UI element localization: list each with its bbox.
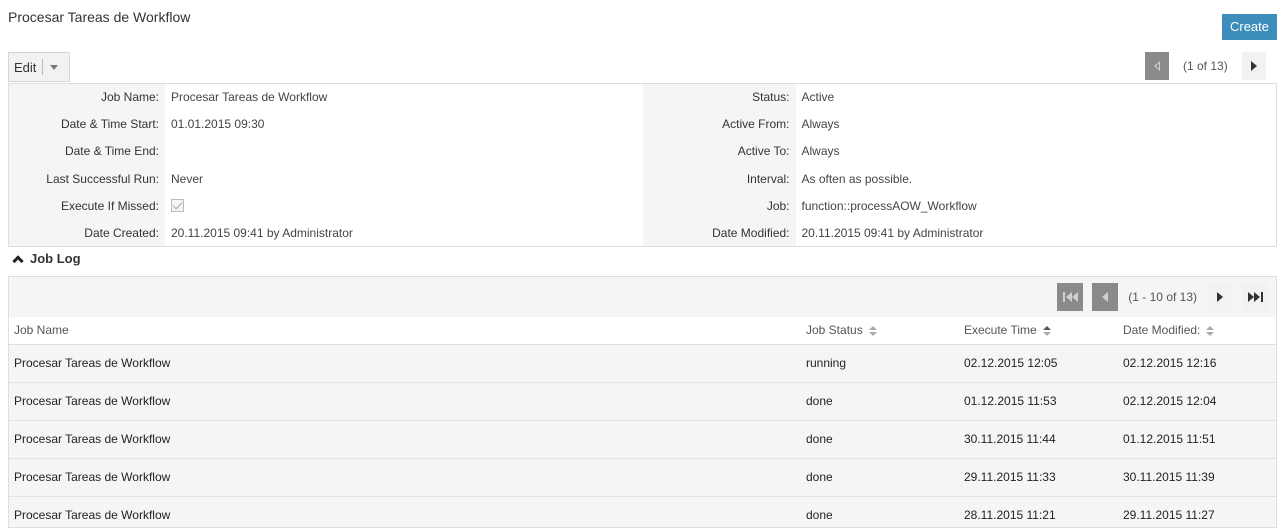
cell-job-status: running <box>801 344 959 383</box>
chevron-up-icon <box>12 254 24 267</box>
chevron-right-icon <box>1217 292 1223 302</box>
label-job-name: Job Name: <box>100 90 159 104</box>
cell-date-modified: 02.12.2015 12:16 <box>1118 344 1276 383</box>
cell-execute-time: 02.12.2015 12:05 <box>959 344 1118 383</box>
first-page-icon <box>1062 292 1078 302</box>
edit-button-label[interactable]: Edit <box>14 60 36 75</box>
divider <box>42 59 44 75</box>
chevron-left-icon <box>1154 61 1160 71</box>
previous-record-button[interactable] <box>1145 52 1169 80</box>
record-pager: (1 of 13) <box>1145 52 1266 80</box>
cell-job-name: Procesar Tareas de Workflow <box>9 382 801 421</box>
page-title: Procesar Tareas de Workflow <box>8 9 191 25</box>
label-date-time-end: Date & Time End: <box>64 144 159 159</box>
cell-job-name: Procesar Tareas de Workflow <box>9 458 801 497</box>
table-header-row: Job Name Job Status Execute Time Date Mo… <box>9 317 1276 345</box>
value-date-time-end <box>165 144 643 171</box>
column-header-execute-time[interactable]: Execute Time <box>959 317 1118 345</box>
label-job: Job: <box>766 198 790 213</box>
table-row[interactable]: Procesar Tareas de Workflow done 28.11.2… <box>9 496 1276 527</box>
column-header-label: Execute Time <box>964 323 1037 338</box>
job-log-toggle[interactable]: Job Log <box>10 251 81 267</box>
value-date-time-start: 01.01.2015 09:30 <box>171 117 265 132</box>
cell-job-name: Procesar Tareas de Workflow <box>9 344 801 383</box>
value-execute-if-missed <box>165 198 643 226</box>
detail-right-column: Status: Active From: Active To: Interval… <box>642 84 1276 246</box>
cell-job-name: Procesar Tareas de Workflow <box>9 420 801 459</box>
detail-left-values: Procesar Tareas de Workflow 01.01.2015 0… <box>165 84 643 246</box>
cell-job-name: Procesar Tareas de Workflow <box>9 496 801 527</box>
value-active-from: Always <box>801 117 840 132</box>
value-active-to: Always <box>801 144 840 159</box>
value-job-name: Procesar Tareas de Workflow <box>171 90 328 104</box>
label-active-from: Active From: <box>722 117 790 132</box>
chevron-right-icon <box>1250 61 1257 71</box>
job-log-table: Job Name Job Status Execute Time Date Mo… <box>9 317 1276 527</box>
table-row[interactable]: Procesar Tareas de Workflow done 29.11.2… <box>9 458 1276 497</box>
value-date-modified: 20.11.2015 09:41 by Administrator <box>801 225 984 240</box>
cell-date-modified: 01.12.2015 11:51 <box>1118 420 1276 459</box>
cell-job-status: done <box>801 458 959 497</box>
first-page-button[interactable] <box>1057 283 1084 311</box>
job-log-panel: (1 - 10 of 13) Job Name Job Status Execu… <box>8 276 1277 528</box>
label-date-time-start: Date & Time Start: <box>60 117 159 132</box>
cell-date-modified: 29.11.2015 11:27 <box>1118 496 1276 527</box>
column-header-date-modified[interactable]: Date Modified: <box>1118 317 1276 345</box>
column-header-label: Job Name <box>14 323 69 338</box>
next-record-button[interactable] <box>1241 52 1266 80</box>
record-count: (1 of 13) <box>1183 59 1228 73</box>
last-page-button[interactable] <box>1242 283 1268 311</box>
detail-panel: Job Name: Date & Time Start: Date & Time… <box>8 83 1277 247</box>
cell-execute-time: 28.11.2015 11:21 <box>959 496 1118 527</box>
value-interval: As often as possible. <box>801 171 913 186</box>
detail-right-labels: Status: Active From: Active To: Interval… <box>642 84 796 246</box>
column-header-job-name[interactable]: Job Name <box>9 317 801 345</box>
chevron-left-icon <box>1102 292 1109 302</box>
value-date-created: 20.11.2015 09:41 by Administrator <box>171 225 353 240</box>
label-status: Status: <box>752 90 790 104</box>
label-date-modified: Date Modified: <box>712 225 790 240</box>
next-page-button[interactable] <box>1207 283 1233 311</box>
sort-icon[interactable] <box>868 326 877 337</box>
label-execute-if-missed: Execute If Missed: <box>60 198 159 213</box>
label-interval: Interval: <box>746 171 790 186</box>
create-button[interactable]: Create <box>1222 14 1277 40</box>
cell-job-status: done <box>801 420 959 459</box>
cell-execute-time: 30.11.2015 11:44 <box>959 420 1118 459</box>
label-date-created: Date Created: <box>84 225 159 240</box>
caret-down-icon[interactable] <box>50 64 59 70</box>
job-log-count: (1 - 10 of 13) <box>1128 290 1197 304</box>
label-last-successful-run: Last Successful Run: <box>46 171 159 186</box>
detail-right-values: Active Always Always As often as possibl… <box>795 84 1276 246</box>
value-last-successful-run: Never <box>171 171 204 186</box>
last-page-icon <box>1247 292 1263 302</box>
sort-icon[interactable] <box>1206 326 1215 337</box>
column-header-job-status[interactable]: Job Status <box>801 317 959 345</box>
cell-date-modified: 02.12.2015 12:04 <box>1118 382 1276 421</box>
sort-icon[interactable] <box>1042 326 1051 337</box>
cell-date-modified: 30.11.2015 11:39 <box>1118 458 1276 497</box>
value-status: Active <box>801 90 835 104</box>
cell-execute-time: 01.12.2015 11:53 <box>959 382 1118 421</box>
cell-job-status: done <box>801 496 959 527</box>
detail-left-column: Job Name: Date & Time Start: Date & Time… <box>9 84 643 246</box>
table-row[interactable]: Procesar Tareas de Workflow done 01.12.2… <box>9 382 1276 421</box>
edit-action-menu[interactable]: Edit <box>8 52 70 82</box>
table-row[interactable]: Procesar Tareas de Workflow running 02.1… <box>9 344 1276 383</box>
value-job: function::processAOW_Workflow <box>801 198 977 213</box>
label-active-to: Active To: <box>737 144 790 159</box>
table-row[interactable]: Procesar Tareas de Workflow done 30.11.2… <box>9 420 1276 459</box>
job-log-title: Job Log <box>30 251 81 266</box>
detail-left-labels: Job Name: Date & Time Start: Date & Time… <box>9 84 165 246</box>
column-header-label: Date Modified: <box>1123 323 1201 338</box>
column-header-label: Job Status <box>806 323 863 338</box>
previous-page-button[interactable] <box>1092 283 1119 311</box>
cell-job-status: done <box>801 382 959 421</box>
job-log-pager: (1 - 10 of 13) <box>1057 283 1268 311</box>
cell-execute-time: 29.11.2015 11:33 <box>959 458 1118 497</box>
execute-if-missed-checkbox <box>171 198 184 212</box>
